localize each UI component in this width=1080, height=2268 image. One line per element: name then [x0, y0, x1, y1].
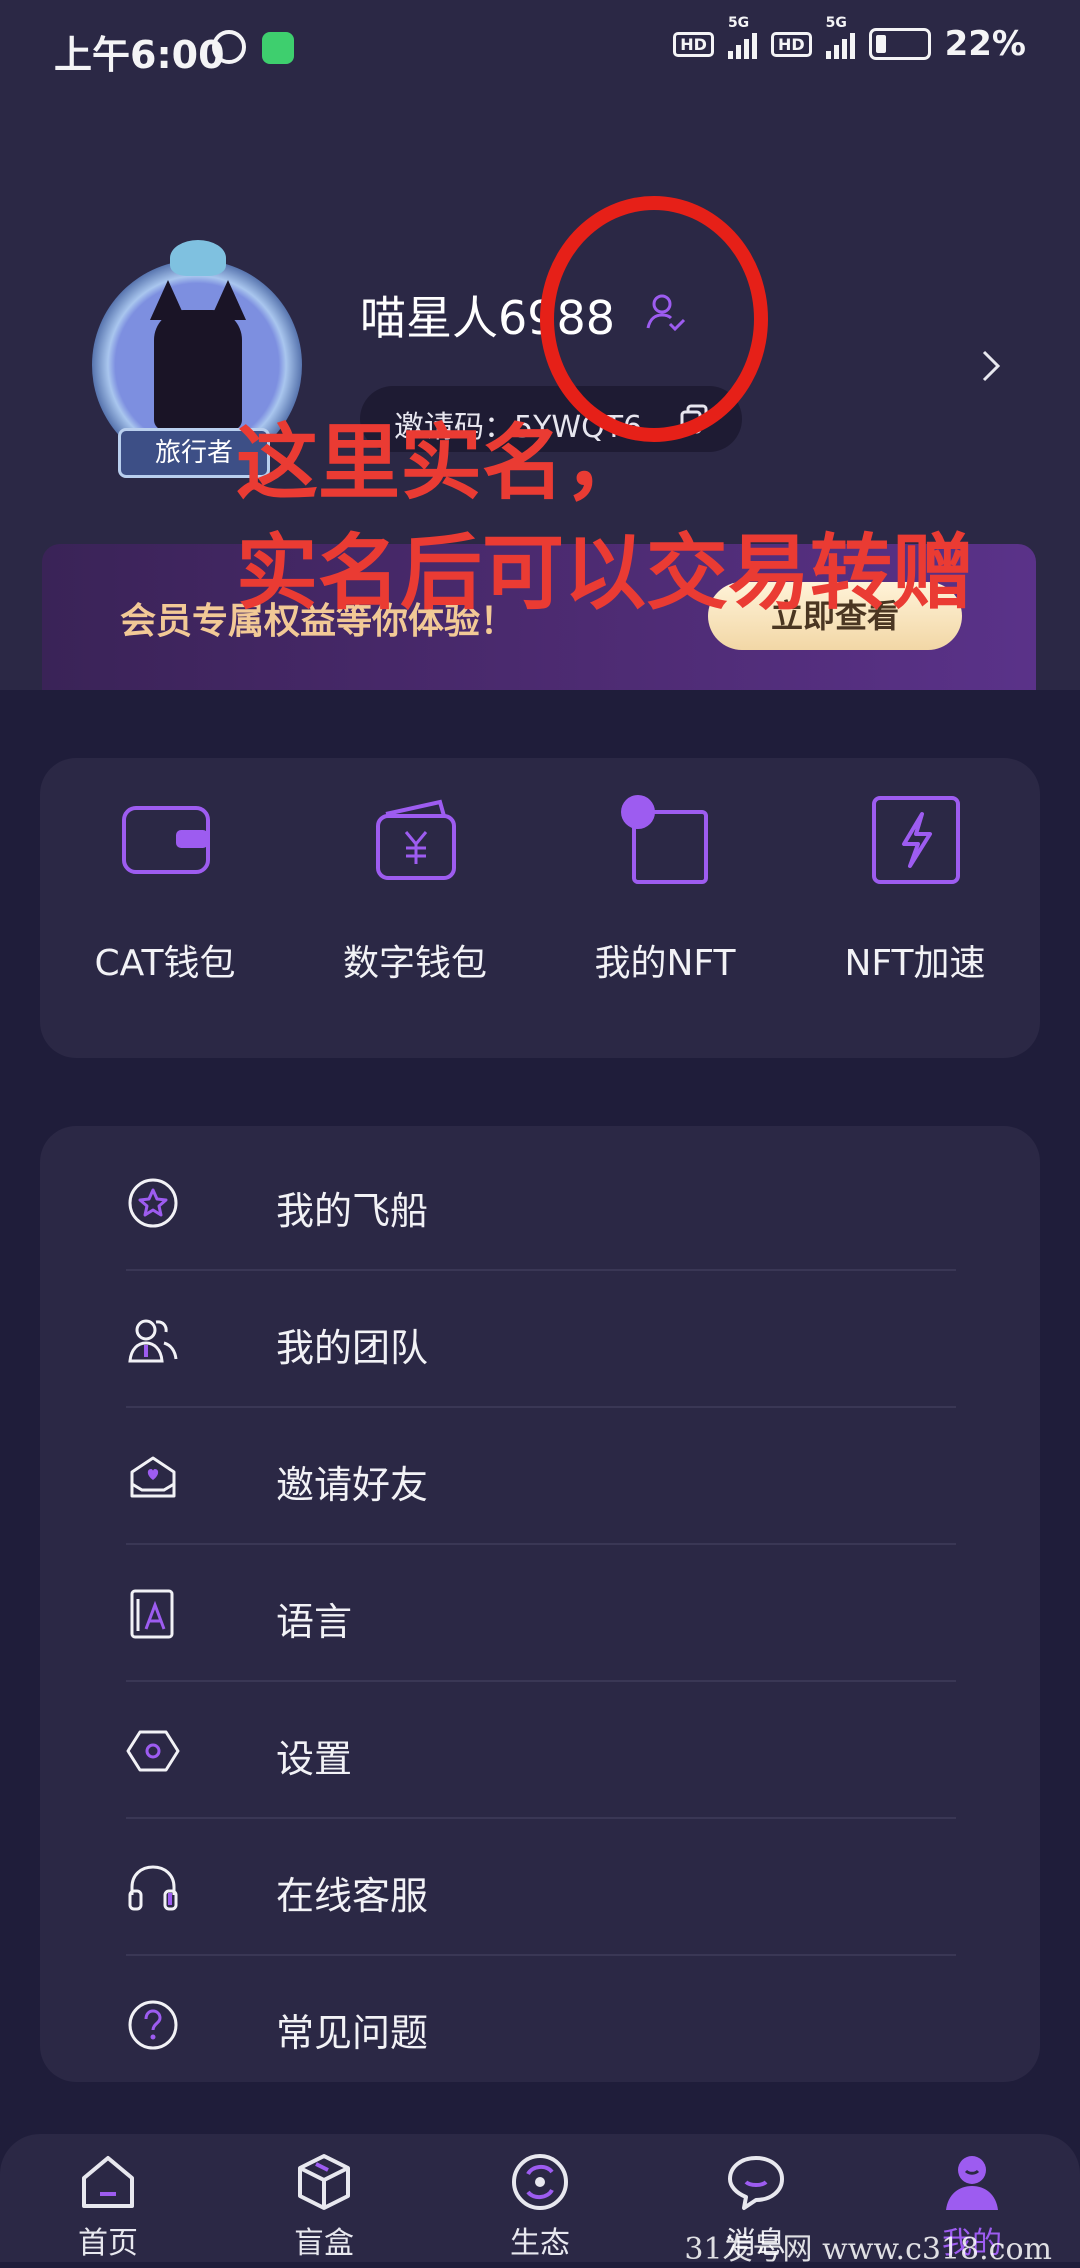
chat-icon — [728, 2156, 784, 2210]
hd-badge: HD — [673, 31, 714, 57]
nft-icon — [621, 795, 708, 884]
battery-icon — [868, 28, 931, 60]
tab-blind-box[interactable]: 盲盒 — [254, 2152, 394, 2262]
ecology-icon — [512, 2154, 568, 2210]
cat-wallet-button[interactable]: CAT钱包 — [40, 794, 290, 1024]
tab-label: 生态 — [510, 2226, 570, 2261]
menu-item-label: 语言 — [276, 1600, 353, 1644]
tab-label: 盲盒 — [294, 2226, 354, 2261]
envelope-heart-icon — [130, 1456, 176, 1498]
headset-icon — [128, 1865, 178, 1911]
status-indicators: HD 5G HD 5G 22% — [673, 15, 1026, 64]
lightning-icon — [872, 796, 960, 884]
tab-home[interactable]: 首页 — [38, 2152, 178, 2262]
box-icon — [298, 2154, 350, 2210]
menu-item-label: 我的飞船 — [276, 1189, 429, 1233]
cat-ear — [150, 280, 186, 320]
tab-ecology[interactable]: 生态 — [470, 2152, 610, 2262]
language-icon — [130, 1589, 174, 1639]
battery-percent: 22% — [944, 24, 1026, 64]
menu-item-label: 邀请好友 — [276, 1463, 429, 1507]
annotation-text: 实名后可以交易转赠 — [236, 526, 975, 621]
menu-card: 我的飞船 我的团队 邀请好友 语言 设置 在线客服 常见问题 — [40, 1126, 1040, 2082]
shield-icon — [262, 32, 294, 64]
avatar-gem-decoration — [170, 240, 226, 276]
signal-icon: 5G — [727, 15, 757, 59]
menu-item-label: 在线客服 — [276, 1874, 429, 1918]
hexagon-settings-icon — [126, 1730, 180, 1772]
cat-ear — [210, 280, 246, 320]
menu-item-settings[interactable]: 设置 — [126, 1682, 996, 1819]
nft-boost-button[interactable]: NFT加速 — [790, 794, 1040, 1024]
menu-item-language[interactable]: 语言 — [126, 1545, 996, 1682]
tab-label: 首页 — [78, 2226, 138, 2261]
menu-item-customer-service[interactable]: 在线客服 — [126, 1819, 996, 1956]
wallet-icon — [122, 806, 210, 874]
menu-item-label: 我的团队 — [276, 1326, 429, 1370]
quick-action-label: 我的NFT — [594, 943, 736, 984]
menu-item-faq[interactable]: 常见问题 — [126, 1956, 996, 2093]
menu-item-label: 设置 — [276, 1737, 353, 1781]
menu-item-my-team[interactable]: 我的团队 — [126, 1271, 996, 1408]
status-time: 上午6:00 — [54, 33, 225, 77]
annotation-text: 这里实名， — [236, 416, 647, 511]
digital-wallet-button[interactable]: 数字钱包 — [290, 794, 540, 1024]
team-icon — [128, 1319, 178, 1363]
yuan-wallet-icon — [376, 799, 456, 880]
star-circle-icon — [128, 1178, 178, 1228]
question-circle-icon — [128, 2000, 178, 2050]
profile-icon — [946, 2156, 998, 2210]
watermark: 31发号网 www.c318.com — [684, 2232, 1052, 2267]
home-icon — [82, 2156, 134, 2208]
quick-action-label: NFT加速 — [844, 943, 986, 984]
chevron-right-icon[interactable] — [978, 348, 1004, 384]
quick-action-label: 数字钱包 — [342, 943, 487, 984]
network-type-label: 5G — [825, 15, 847, 31]
cat-avatar-icon — [150, 280, 246, 430]
status-bar: 上午6:00 HD 5G HD 5G 22% — [0, 0, 1080, 100]
quick-actions-card: CAT钱包 数字钱包 我的NFT NFT加速 — [40, 758, 1040, 1058]
quick-action-label: CAT钱包 — [94, 943, 236, 984]
signal-icon: 5G — [825, 15, 855, 59]
hd-badge: HD — [770, 31, 812, 57]
menu-item-my-spaceship[interactable]: 我的飞船 — [126, 1134, 996, 1271]
alarm-icon — [212, 30, 246, 64]
menu-item-label: 常见问题 — [276, 2011, 429, 2055]
network-type-label: 5G — [727, 15, 750, 31]
menu-item-invite-friends[interactable]: 邀请好友 — [126, 1408, 996, 1545]
my-nft-button[interactable]: 我的NFT — [540, 794, 790, 1024]
